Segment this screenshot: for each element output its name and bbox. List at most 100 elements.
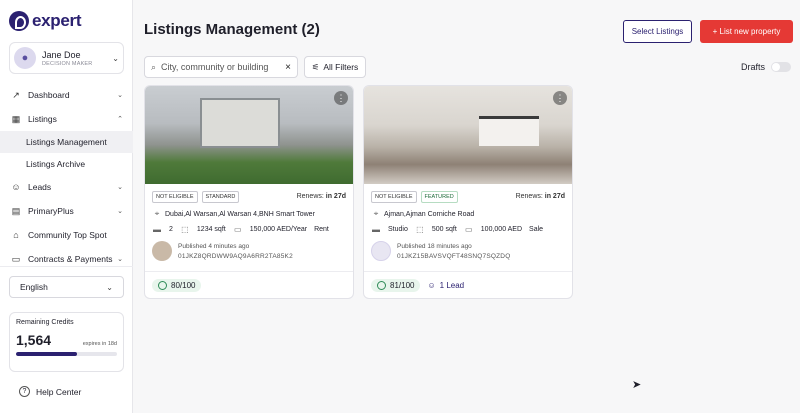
user-role: DECISION MAKER	[42, 60, 93, 67]
quality-score-badge[interactable]: 81/100	[371, 278, 421, 292]
credits-progress-bar	[16, 352, 117, 356]
user-avatar-icon: ●	[14, 47, 36, 69]
toggle-switch[interactable]	[771, 62, 792, 72]
chevron-down-icon: ⌄	[106, 282, 113, 292]
sidebar-item-listings-management[interactable]: Listings Management	[0, 131, 133, 153]
sidebar-item-contracts-payments[interactable]: ▭ Contracts & Payments ⌄	[0, 247, 133, 271]
quality-score: 80/100	[171, 280, 196, 290]
building-plus-icon: ▤	[11, 205, 21, 216]
user-menu[interactable]: ● Jane Doe DECISION MAKER ⌄	[9, 42, 124, 74]
listing-beds: Studio	[388, 226, 408, 233]
renews-label: Renews:	[515, 193, 543, 200]
credits-card: Remaining Credits 1,564 expires in 18d	[9, 312, 124, 372]
listing-price: 150,000 AED/Year	[249, 226, 308, 233]
gauge-icon	[377, 280, 386, 290]
sidebar-item-label: PrimaryPlus	[28, 206, 74, 216]
leads-link[interactable]: ☺ 1 Lead	[427, 281, 464, 290]
sidebar-item-primaryplus[interactable]: ▤ PrimaryPlus ⌄	[0, 199, 133, 223]
sidebar-item-dashboard[interactable]: ↗ Dashboard ⌄	[0, 83, 133, 107]
area-icon: ⬚	[416, 225, 424, 234]
agent-avatar	[152, 241, 172, 261]
mouse-cursor-icon: ➤	[632, 379, 642, 391]
more-options-icon[interactable]: ⋮	[553, 91, 567, 105]
listing-location: Dubai,Al Warsan,Al Warsan 4,BNH Smart To…	[165, 210, 315, 218]
bed-icon: ▬	[372, 225, 380, 234]
help-center-link[interactable]: ? Help Center	[19, 386, 81, 397]
language-value: English	[20, 282, 48, 292]
sidebar-item-listings[interactable]: ▦ Listings ⌃	[0, 107, 133, 131]
chevron-down-icon: ⌄	[117, 208, 123, 215]
area-icon: ⬚	[181, 225, 189, 234]
credits-progress-fill	[16, 352, 77, 356]
renews-info: Renews: in 27d	[297, 193, 346, 200]
sidebar-item-label: Leads	[28, 182, 52, 192]
sidebar-item-leads[interactable]: ☺ Leads ⌄	[0, 175, 133, 199]
listing-card[interactable]: ⋮ NOT ELIGIBLE FEATURED Renews: in 27d ⌖…	[363, 85, 573, 299]
bed-icon: ▬	[153, 225, 161, 234]
listing-id: 01JKZ8QRDWW9AQ9A6RR2TA85K2	[178, 252, 293, 260]
filter-icon: ⚟	[311, 61, 320, 72]
credits-title: Remaining Credits	[16, 319, 74, 326]
person-icon: ☺	[427, 280, 436, 290]
sidebar-item-label: Listings	[28, 114, 57, 124]
list-new-property-button[interactable]: + List new property	[700, 20, 793, 43]
help-icon: ?	[19, 386, 30, 397]
sidebar-nav: ↗ Dashboard ⌄ ▦ Listings ⌃ Listings Mana…	[0, 83, 133, 271]
gauge-icon	[158, 280, 167, 290]
chevron-down-icon: ⌄	[112, 53, 119, 63]
user-name: Jane Doe	[42, 49, 81, 60]
listing-id: 01JKZ15BAVSVQFT48SNQ7SQZDQ	[397, 252, 511, 260]
listing-photo[interactable]: ⋮	[364, 86, 572, 184]
renews-info: Renews: in 27d	[516, 193, 565, 200]
person-icon: ☺	[11, 182, 21, 192]
community-icon: ⌂	[13, 230, 19, 240]
language-select[interactable]: English ⌄	[9, 276, 124, 298]
drafts-toggle[interactable]: Drafts	[741, 62, 792, 72]
leads-count: 1 Lead	[439, 280, 465, 290]
more-options-icon[interactable]: ⋮	[334, 91, 348, 105]
listing-purpose: Rent	[314, 226, 329, 233]
eligibility-badge: NOT ELIGIBLE	[371, 190, 417, 203]
listing-photo[interactable]: ⋮	[145, 86, 353, 184]
quality-score-badge[interactable]: 80/100	[152, 278, 202, 292]
all-filters-button[interactable]: ⚟ All Filters	[304, 56, 366, 78]
listing-price: 100,000 AED	[480, 226, 523, 233]
chevron-down-icon: ⌄	[117, 256, 123, 263]
credits-value: 1,564	[16, 332, 52, 348]
listing-location: Ajman,Ajman Corniche Road	[384, 210, 475, 218]
agent-avatar	[371, 241, 391, 261]
chevron-down-icon: ⌄	[117, 184, 123, 191]
eligibility-badge: NOT ELIGIBLE	[152, 190, 198, 203]
location-pin-icon: ⌖	[154, 209, 160, 218]
renews-label: Renews:	[296, 193, 324, 200]
credits-expiry: expires in 18d	[82, 341, 117, 347]
price-icon: ▭	[465, 225, 473, 234]
sidebar: expert ● Jane Doe DECISION MAKER ⌄ ↗ Das…	[0, 0, 133, 413]
logo-text: expert	[32, 11, 82, 30]
quality-score: 81/100	[390, 280, 415, 290]
location-pin-icon: ⌖	[373, 209, 379, 218]
document-icon: ▭	[11, 253, 21, 264]
sidebar-item-community-top-spot[interactable]: ⌂ Community Top Spot	[0, 223, 133, 247]
sidebar-divider	[0, 266, 133, 267]
search-placeholder: City, community or building	[161, 62, 269, 72]
chevron-down-icon: ⌄	[117, 92, 123, 99]
chevron-up-icon: ⌃	[117, 116, 123, 123]
published-time: Published 18 minutes ago	[397, 242, 472, 250]
clear-icon[interactable]: ×	[285, 62, 291, 73]
listing-size: 1234 sqft	[196, 226, 226, 233]
building-icon: ▦	[11, 113, 21, 124]
listing-card[interactable]: ⋮ NOT ELIGIBLE STANDARD Renews: in 27d ⌖…	[144, 85, 354, 299]
logo[interactable]: expert	[9, 11, 82, 31]
sidebar-item-listings-archive[interactable]: Listings Archive	[0, 153, 133, 175]
building-photo-detail	[200, 98, 280, 148]
search-icon: ⌕	[151, 61, 157, 72]
select-listings-button[interactable]: Select Listings	[623, 20, 692, 43]
search-input[interactable]: ⌕ City, community or building ×	[144, 56, 298, 78]
tier-badge: FEATURED	[420, 190, 458, 203]
sidebar-item-label: Dashboard	[28, 90, 70, 100]
published-time: Published 4 minutes ago	[178, 242, 250, 250]
drafts-label: Drafts	[741, 62, 766, 72]
chart-icon: ↗	[12, 89, 20, 100]
logo-icon	[9, 11, 29, 31]
